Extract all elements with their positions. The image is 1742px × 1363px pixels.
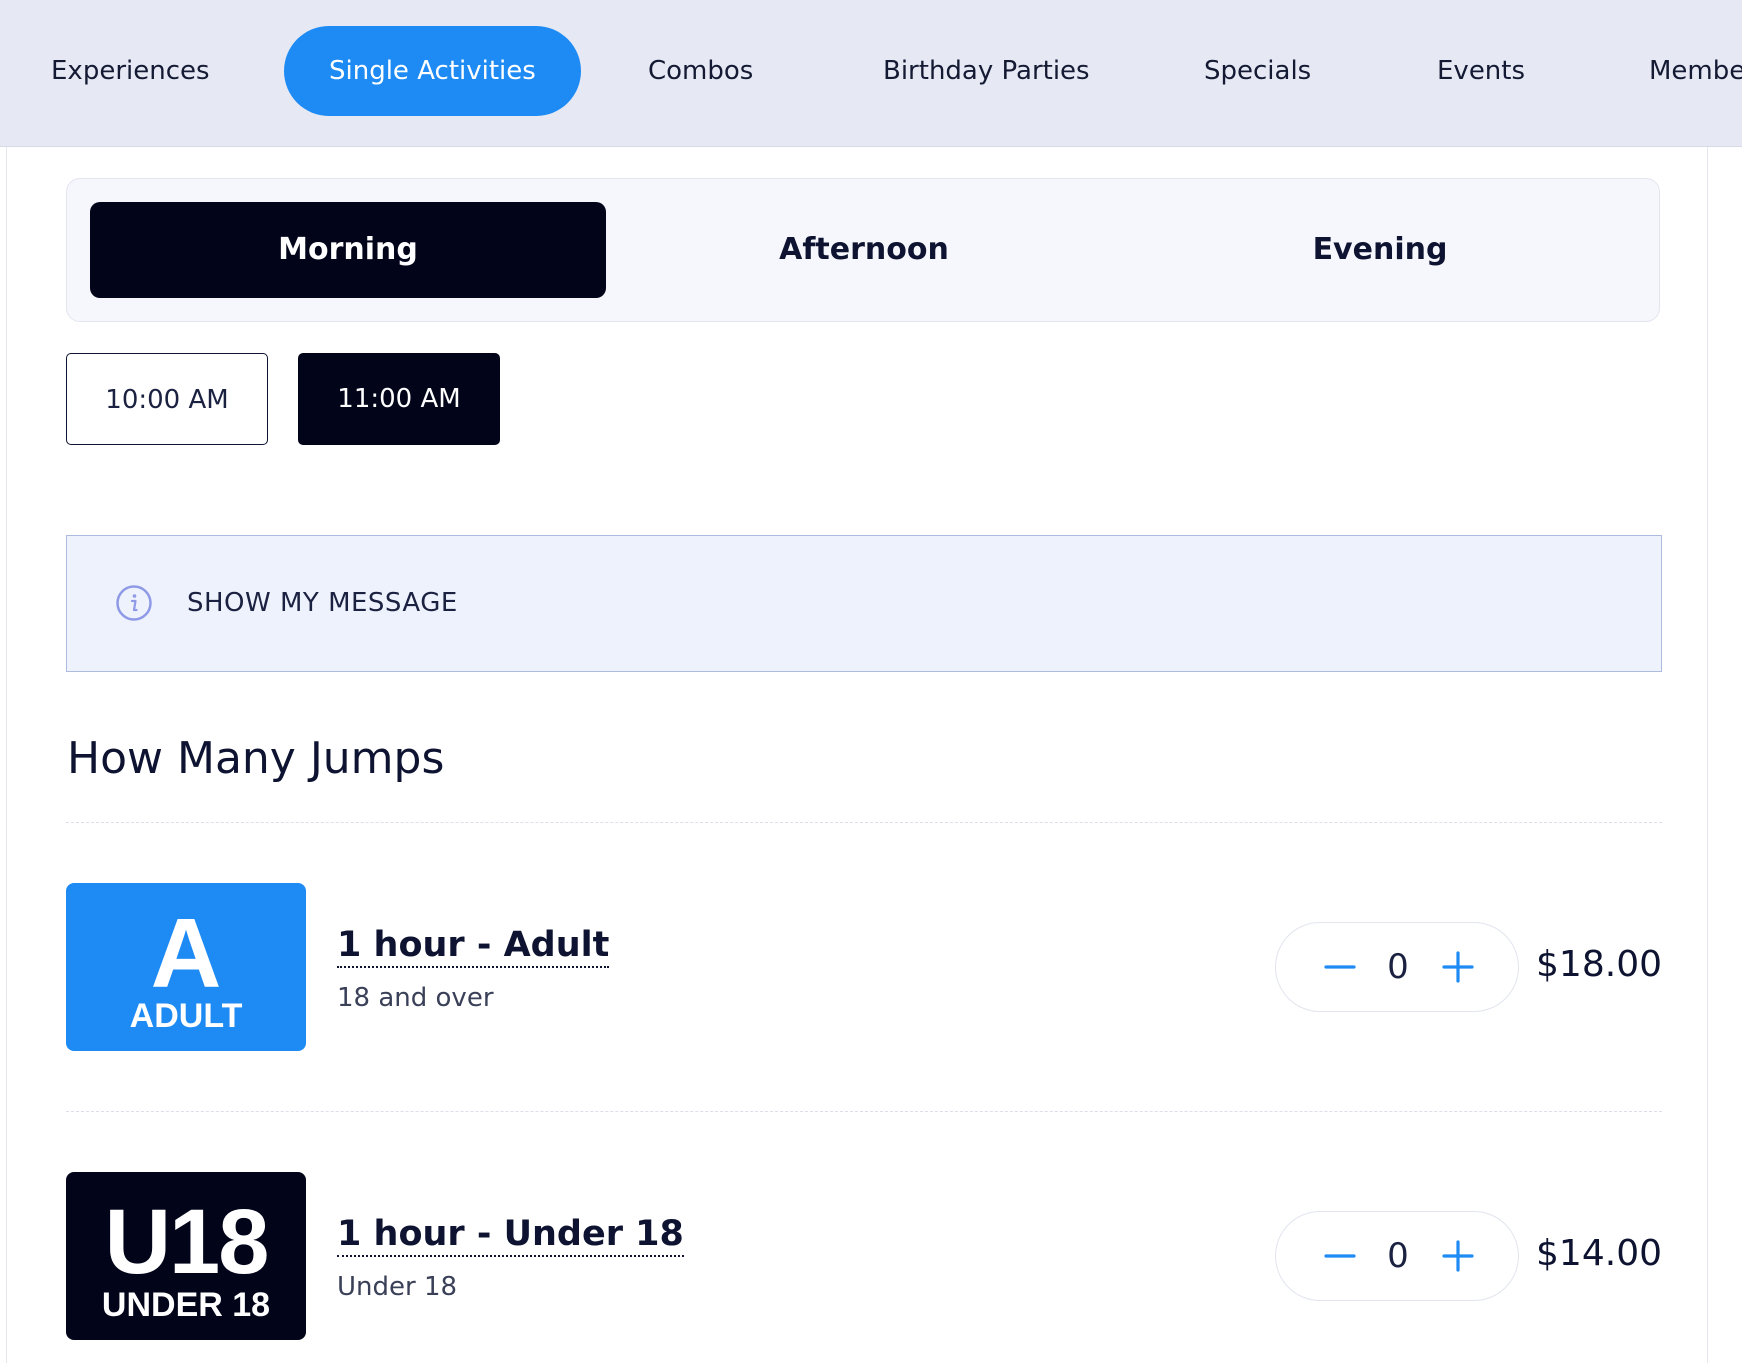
nav-tab-specials[interactable]: Specials xyxy=(1204,26,1311,116)
quantity-value: 0 xyxy=(1387,947,1409,987)
time-slot-11am[interactable]: 11:00 AM xyxy=(298,353,500,445)
ticket-name-adult[interactable]: 1 hour - Adult xyxy=(337,925,610,968)
divider xyxy=(66,822,1662,823)
top-nav: Experiences Single Activities Combos Bir… xyxy=(0,0,1742,147)
badge-caption: UNDER 18 xyxy=(101,1286,271,1324)
nav-tab-birthday-parties[interactable]: Birthday Parties xyxy=(883,26,1090,116)
show-message-label: SHOW MY MESSAGE xyxy=(187,588,458,618)
ticket-desc-under18: Under 18 xyxy=(337,1272,458,1302)
badge-letter: U18 xyxy=(104,1191,270,1293)
nav-tab-experiences[interactable]: Experiences xyxy=(51,26,210,116)
price-adult: $18.00 xyxy=(1536,944,1662,985)
period-evening[interactable]: Evening xyxy=(1122,202,1638,298)
price-under18: $14.00 xyxy=(1536,1233,1662,1274)
quantity-value: 0 xyxy=(1387,1236,1409,1276)
quantity-stepper-under18: 0 xyxy=(1275,1211,1519,1301)
info-icon xyxy=(116,585,152,621)
section-title: How Many Jumps xyxy=(67,733,445,784)
nav-tab-membership[interactable]: Member xyxy=(1649,26,1742,116)
minus-icon[interactable] xyxy=(1318,945,1362,989)
period-selector: Morning Afternoon Evening xyxy=(66,178,1660,322)
nav-tab-combos[interactable]: Combos xyxy=(648,26,753,116)
minus-icon[interactable] xyxy=(1318,1234,1362,1278)
plus-icon[interactable] xyxy=(1436,1234,1480,1278)
divider xyxy=(66,1111,1662,1112)
period-morning[interactable]: Morning xyxy=(90,202,606,298)
badge-letter: A xyxy=(150,898,222,1008)
nav-tab-events[interactable]: Events xyxy=(1437,26,1525,116)
nav-tab-single-activities[interactable]: Single Activities xyxy=(284,26,581,116)
time-slot-10am[interactable]: 10:00 AM xyxy=(66,353,268,445)
badge-caption: ADULT xyxy=(129,997,243,1035)
adult-badge: A ADULT xyxy=(66,883,306,1051)
ticket-desc-adult: 18 and over xyxy=(337,983,494,1013)
under18-badge: U18 UNDER 18 xyxy=(66,1172,306,1340)
quantity-stepper-adult: 0 xyxy=(1275,922,1519,1012)
plus-icon[interactable] xyxy=(1436,945,1480,989)
ticket-name-under18[interactable]: 1 hour - Under 18 xyxy=(337,1214,684,1257)
show-message-bar[interactable]: SHOW MY MESSAGE xyxy=(66,535,1662,672)
period-afternoon[interactable]: Afternoon xyxy=(606,202,1122,298)
